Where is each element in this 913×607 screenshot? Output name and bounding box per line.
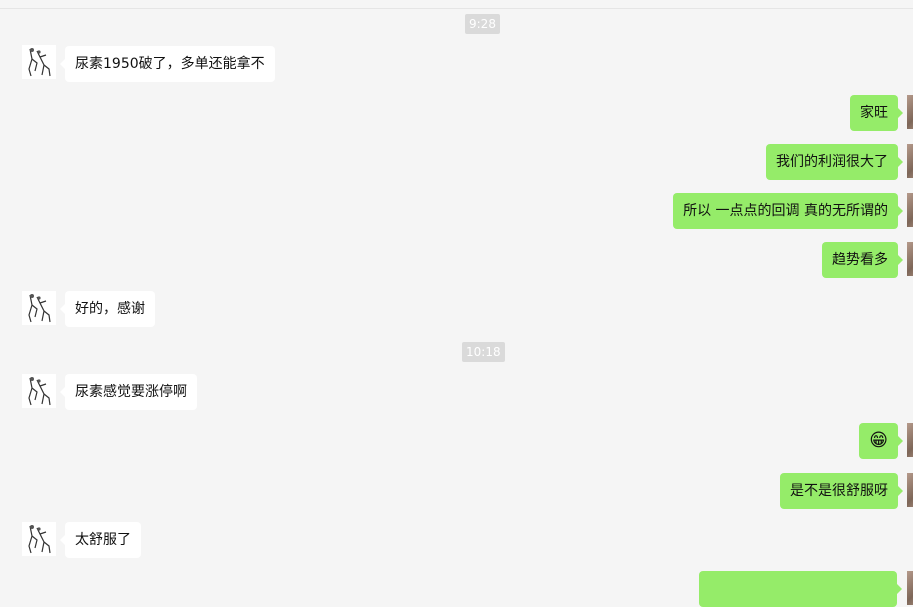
sketch-avatar-icon <box>22 522 56 556</box>
message-bubble-outgoing[interactable] <box>699 571 902 607</box>
user-avatar[interactable] <box>907 571 913 605</box>
contact-avatar[interactable] <box>22 291 56 325</box>
sketch-avatar-icon <box>22 45 56 79</box>
contact-avatar[interactable] <box>22 522 56 556</box>
user-avatar[interactable] <box>907 473 913 507</box>
user-avatar[interactable] <box>907 95 913 129</box>
message-bubble-outgoing[interactable]: 家旺 <box>850 95 903 131</box>
timestamp: 10:18 <box>462 342 505 362</box>
message-bubble-incoming[interactable]: 太舒服了 <box>60 522 141 558</box>
message-bubble-outgoing[interactable]: 趋势看多 <box>822 242 903 278</box>
contact-avatar[interactable] <box>22 45 56 79</box>
message-bubble-incoming[interactable]: 尿素1950破了，多单还能拿不 <box>60 46 275 82</box>
user-avatar[interactable] <box>907 144 913 178</box>
sketch-avatar-icon <box>22 374 56 408</box>
grinning-face-emoji[interactable]: 😁 <box>859 423 903 459</box>
contact-avatar[interactable] <box>22 374 56 408</box>
message-bubble-incoming[interactable]: 尿素感觉要涨停啊 <box>60 374 197 410</box>
top-divider <box>0 8 913 9</box>
sketch-avatar-icon <box>22 291 56 325</box>
user-avatar[interactable] <box>907 193 913 227</box>
user-avatar[interactable] <box>907 242 913 276</box>
message-bubble-outgoing[interactable]: 是不是很舒服呀 <box>780 473 903 509</box>
message-bubble-outgoing[interactable]: 所以 一点点的回调 真的无所谓的 <box>673 193 903 229</box>
message-bubble-incoming[interactable]: 好的，感谢 <box>60 291 155 327</box>
user-avatar[interactable] <box>907 423 913 457</box>
timestamp: 9:28 <box>465 14 500 34</box>
message-bubble-outgoing[interactable]: 我们的利润很大了 <box>766 144 903 180</box>
